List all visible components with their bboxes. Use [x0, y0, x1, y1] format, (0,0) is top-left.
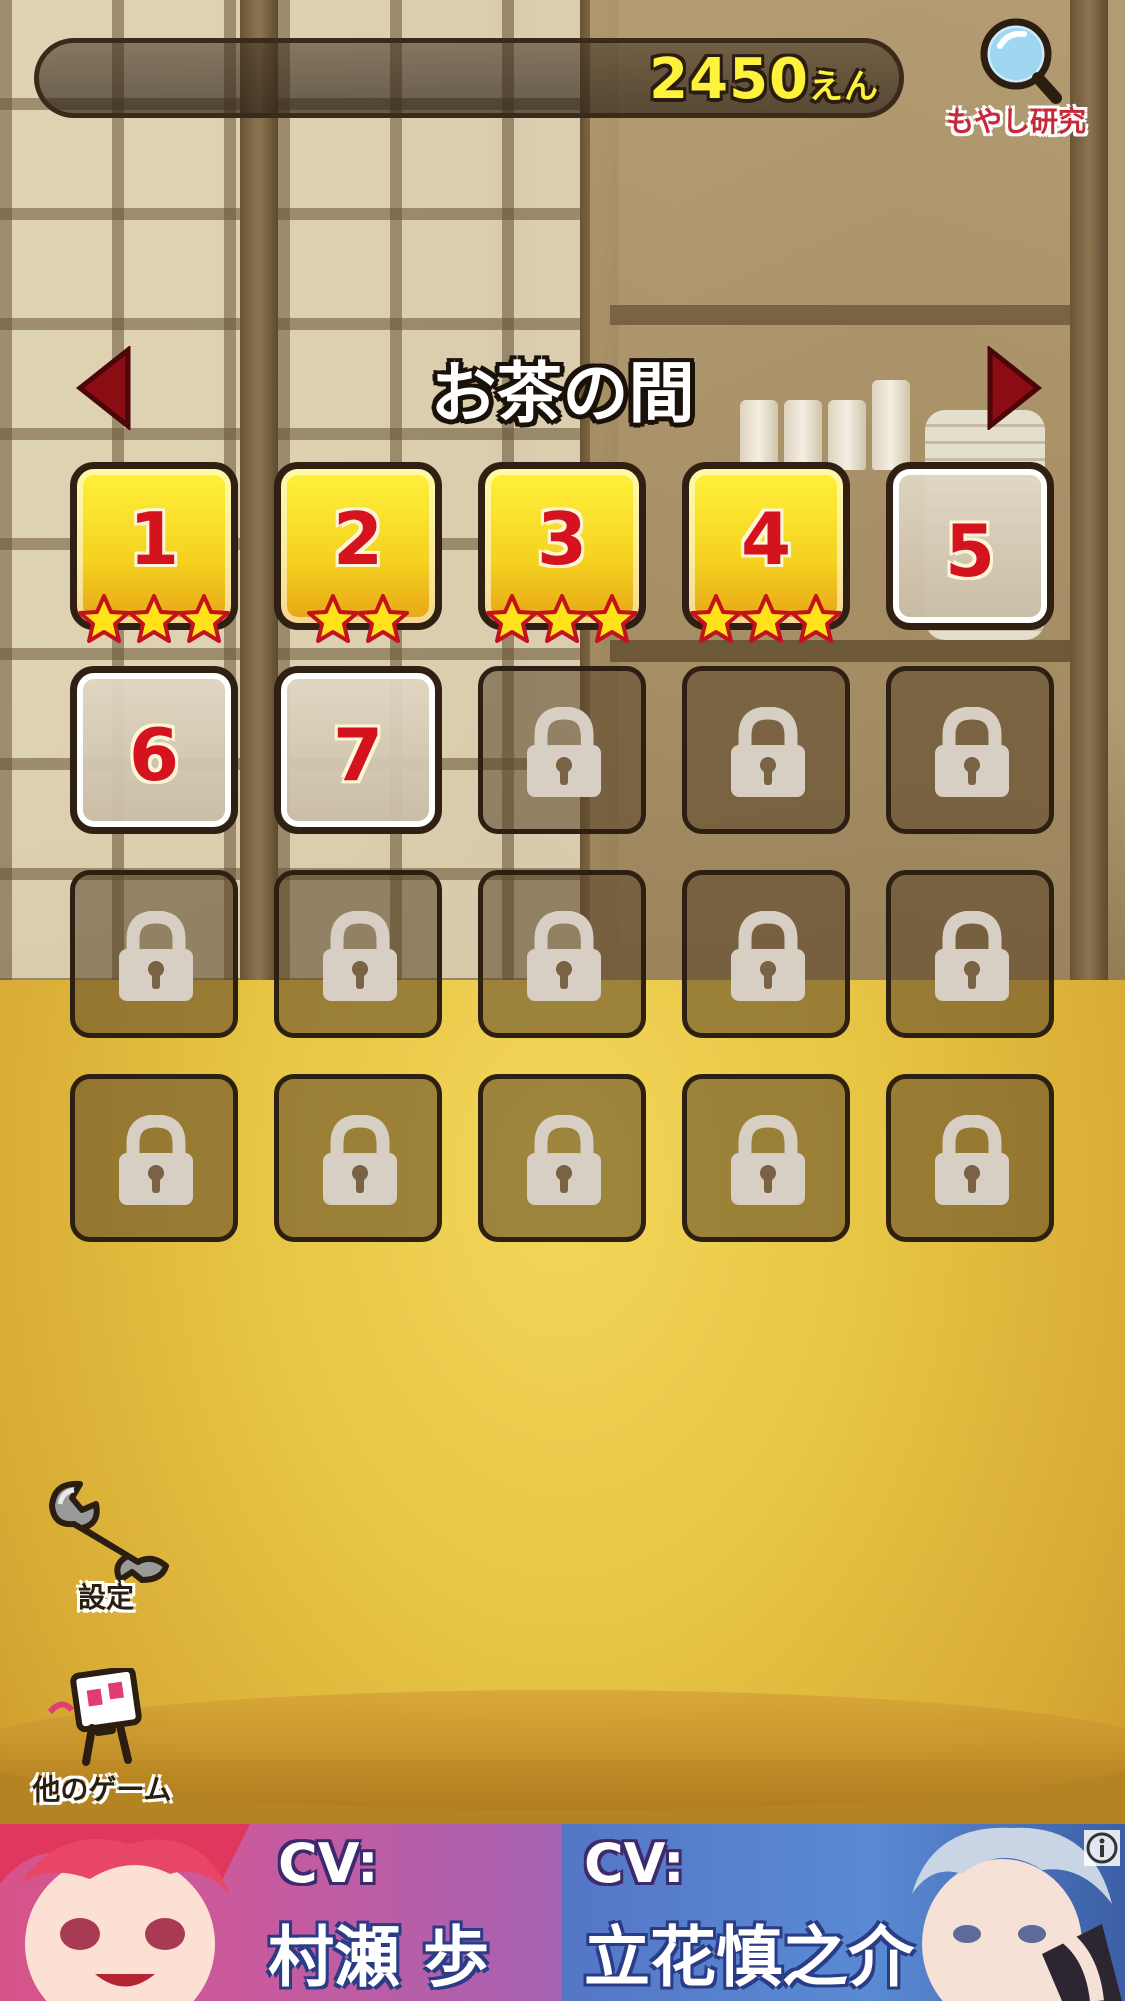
star-icon [356, 593, 410, 645]
lock-icon [523, 1114, 605, 1209]
lock-icon [931, 910, 1013, 1005]
lock-icon [319, 1114, 401, 1209]
level-tile[interactable]: 2 [274, 462, 442, 643]
level-number: 5 [944, 509, 996, 593]
lock-icon [931, 1114, 1013, 1209]
lock-icon [727, 910, 809, 1005]
settings-label: 設定 [77, 1581, 134, 1614]
star-icon [306, 593, 360, 645]
level-number: 3 [536, 497, 588, 581]
ad-right-cv: CV: [584, 1832, 685, 1895]
other-games-label: 他のゲーム [32, 1773, 172, 1806]
other-games-button[interactable]: 他のゲーム [22, 1668, 182, 1808]
lock-icon [115, 910, 197, 1005]
level-tile[interactable]: 4 [682, 462, 850, 643]
ad-left-name: 村瀬 歩 [268, 1919, 489, 1996]
level-tile [886, 1074, 1054, 1242]
character-portrait [0, 1824, 250, 2001]
ad-left-panel: CV: 村瀬 歩 [0, 1824, 562, 2001]
star-icon [789, 593, 843, 645]
star-icon [739, 593, 793, 645]
robot-icon [47, 1668, 142, 1766]
level-number: 4 [740, 497, 792, 581]
star-icon [77, 593, 131, 645]
level-tile[interactable]: 7 [274, 666, 442, 834]
star-rating [77, 593, 231, 645]
level-tile [682, 870, 850, 1038]
level-tile [478, 666, 646, 834]
level-tile[interactable]: 1 [70, 462, 238, 643]
star-rating [689, 593, 843, 645]
star-icon [689, 593, 743, 645]
level-tile[interactable]: 5 [886, 462, 1054, 630]
level-tile [70, 1074, 238, 1242]
star-icon [585, 593, 639, 645]
level-tile[interactable]: 6 [70, 666, 238, 834]
lock-icon [523, 706, 605, 801]
lock-icon [523, 910, 605, 1005]
star-icon [127, 593, 181, 645]
level-tile[interactable]: 3 [478, 462, 646, 643]
wrench-icon [49, 1480, 169, 1583]
level-number: 6 [128, 713, 180, 797]
level-tile [70, 870, 238, 1038]
lock-icon [319, 910, 401, 1005]
info-icon[interactable] [1084, 1830, 1120, 1866]
level-number: 2 [332, 497, 384, 581]
star-icon [177, 593, 231, 645]
level-number: 1 [128, 497, 180, 581]
lock-icon [115, 1114, 197, 1209]
lock-icon [727, 706, 809, 801]
level-tile [274, 1074, 442, 1242]
star-icon [535, 593, 589, 645]
level-tile [478, 870, 646, 1038]
lock-icon [727, 1114, 809, 1209]
settings-button[interactable]: 設定 [36, 1476, 176, 1616]
ad-right-panel: CV: 立花慎之介 [562, 1824, 1125, 2001]
level-tile [682, 1074, 850, 1242]
lock-icon [931, 706, 1013, 801]
level-tile [478, 1074, 646, 1242]
star-rating [281, 593, 435, 645]
level-tile [274, 870, 442, 1038]
star-rating [485, 593, 639, 645]
level-tile [682, 666, 850, 834]
level-tile [886, 870, 1054, 1038]
star-icon [485, 593, 539, 645]
level-tile [886, 666, 1054, 834]
level-grid: 1 2 3 4 5 6 7 [0, 0, 1125, 1300]
level-number: 7 [332, 713, 384, 797]
ad-right-name: 立花慎之介 [584, 1919, 914, 1996]
ad-left-cv: CV: [278, 1832, 379, 1895]
ad-banner[interactable]: CV: 村瀬 歩 CV: 立花慎之介 [0, 1824, 1125, 2001]
